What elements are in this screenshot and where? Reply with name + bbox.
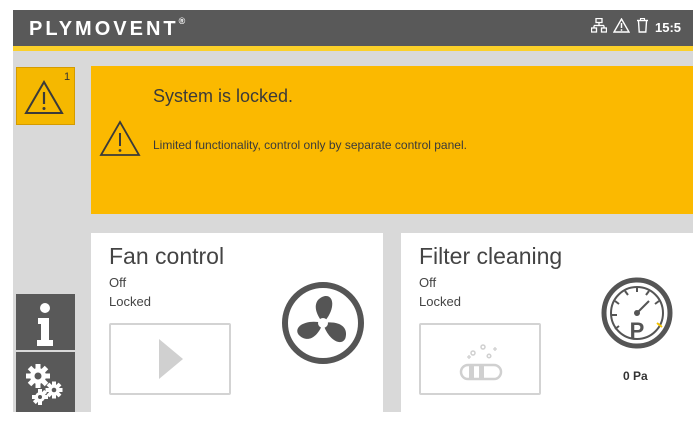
info-button[interactable] — [16, 294, 75, 350]
settings-button[interactable] — [16, 352, 75, 412]
fan-icon — [282, 282, 364, 364]
gears-icon — [26, 364, 63, 405]
pressure-readout: 0 Pa — [623, 369, 648, 383]
card-title: Fan control — [109, 243, 225, 269]
top-bar: PLYMOVENT® 15:5 — [13, 10, 693, 46]
clock: 15:5 — [655, 20, 682, 35]
control-screen: PLYMOVENT® 15:5 1 System is locked. Limi… — [13, 10, 693, 412]
plymovent-logo: PLYMOVENT® — [29, 16, 186, 41]
banner-title: System is locked. — [153, 86, 294, 106]
pressure-gauge-icon: P — [601, 277, 673, 349]
pressure-symbol: P — [630, 318, 645, 343]
warning-icon — [99, 120, 141, 156]
info-icon — [37, 303, 53, 346]
filter-state: Off — [419, 275, 437, 290]
fan-start-button[interactable] — [109, 323, 231, 395]
card-title: Filter cleaning — [419, 243, 563, 269]
lock-notification-banner: System is locked. Limited functionality,… — [91, 66, 693, 214]
logo-text: PLYMOVENT — [29, 18, 179, 40]
warning-icon[interactable] — [612, 17, 631, 37]
filter-lock-status: Locked — [419, 294, 461, 309]
filter-cleaning-icon — [459, 344, 503, 381]
play-icon — [159, 339, 183, 379]
status-area: 15:5 — [590, 17, 682, 37]
fan-state: Off — [109, 275, 127, 290]
alarm-warning-icon — [24, 80, 64, 114]
fan-control-card: Fan control Off Locked — [91, 233, 383, 412]
header-accent-line — [13, 46, 693, 51]
trash-icon[interactable] — [636, 17, 649, 37]
filter-clean-button[interactable] — [419, 323, 541, 395]
alarm-count-badge: 1 — [64, 71, 71, 83]
filter-cleaning-card: Filter cleaning Off Locked P 0 Pa — [401, 233, 693, 412]
network-icon[interactable] — [590, 17, 608, 37]
sidebar: 1 — [13, 51, 77, 412]
registered-mark: ® — [178, 16, 186, 27]
alarm-button[interactable]: 1 — [16, 67, 75, 125]
banner-message: Limited functionality, control only by s… — [153, 138, 467, 152]
fan-lock-status: Locked — [109, 294, 151, 309]
